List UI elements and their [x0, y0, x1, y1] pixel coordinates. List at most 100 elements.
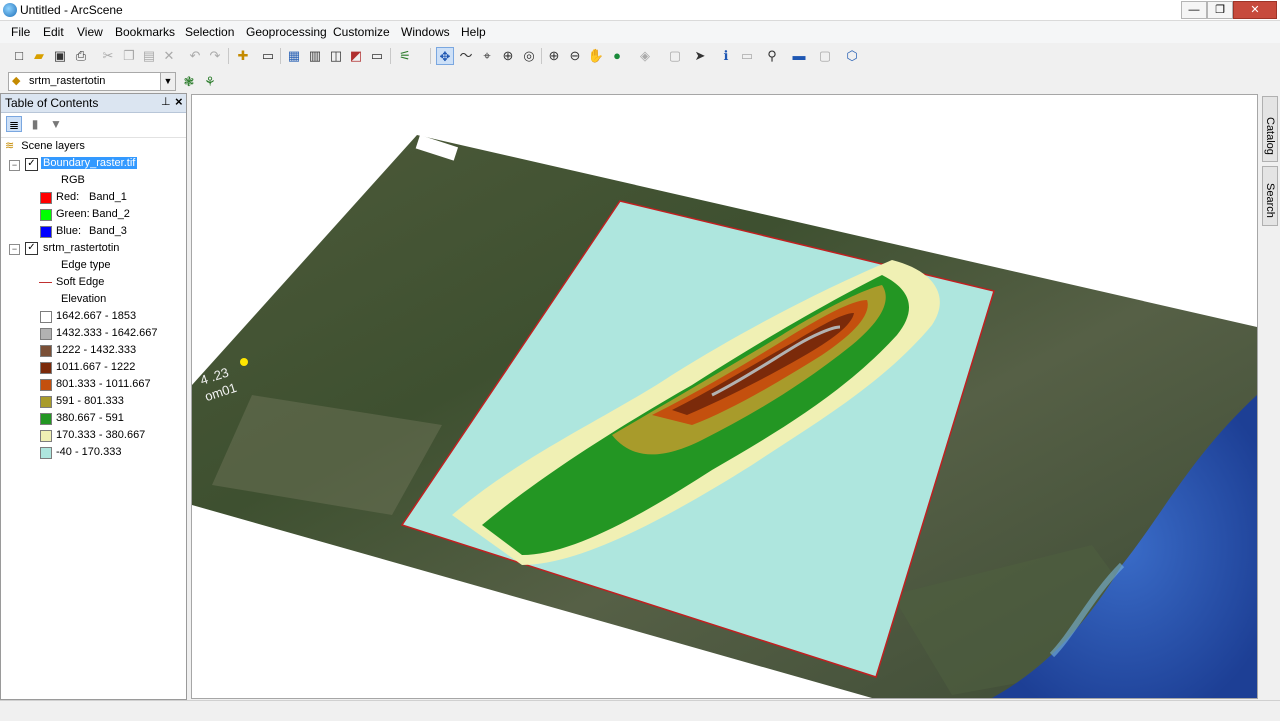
- layers-group-icon: ≋: [5, 140, 15, 152]
- toc-title: Table of Contents: [5, 96, 99, 110]
- arcscene-app-icon: [3, 3, 17, 17]
- add-data-icon[interactable]: ✚: [234, 47, 252, 65]
- elevation-class-label: 1011.667 - 1222: [56, 361, 136, 373]
- list-by-selection-icon[interactable]: ▼: [48, 116, 64, 132]
- marker-point: [240, 358, 248, 366]
- close-button[interactable]: ✕: [1233, 1, 1277, 19]
- results-window-icon[interactable]: ▭: [368, 47, 386, 65]
- status-bar: [0, 700, 1280, 721]
- open-folder-icon[interactable]: ▰: [30, 47, 48, 65]
- menu-selection[interactable]: Selection: [185, 25, 234, 39]
- menu-view[interactable]: View: [77, 25, 103, 39]
- save-icon[interactable]: ▣: [51, 47, 69, 65]
- measure-icon[interactable]: ▬: [790, 47, 808, 65]
- html-popup-icon[interactable]: ▭: [738, 47, 756, 65]
- collapse-icon[interactable]: −: [9, 244, 20, 255]
- soft-edge-line-icon: [39, 275, 53, 290]
- toolbar-separator: [280, 48, 281, 64]
- menu-bookmarks[interactable]: Bookmarks: [115, 25, 175, 39]
- layer-dropdown[interactable]: ◆ srtm_rastertotin ▼: [8, 72, 176, 91]
- search-tab[interactable]: Search: [1262, 166, 1278, 226]
- select-elements-icon[interactable]: ▢: [666, 47, 684, 65]
- redo-icon[interactable]: ↷: [206, 47, 224, 65]
- red-swatch: [40, 192, 52, 204]
- band-red-label: Red:: [56, 191, 80, 203]
- narrow-fov-icon[interactable]: ◈: [636, 47, 654, 65]
- layer-visibility-checkbox[interactable]: ✓: [25, 158, 38, 171]
- maximize-button[interactable]: ❐: [1207, 1, 1233, 19]
- select-features-icon[interactable]: ➤: [691, 47, 709, 65]
- animation-icon[interactable]: ▢: [816, 47, 834, 65]
- scene-layers-row[interactable]: ≋ Scene layers: [5, 139, 85, 154]
- toc-toolbar: ≣ ▮ ▼: [1, 113, 186, 138]
- elevation-class-label: 801.333 - 1011.667: [56, 378, 151, 390]
- soft-edge-label: Soft Edge: [56, 276, 105, 288]
- list-by-drawing-order-icon[interactable]: ≣: [6, 116, 22, 132]
- set-observer-icon[interactable]: ◎: [520, 47, 538, 65]
- cut-icon[interactable]: ✂: [99, 47, 117, 65]
- toolbar-separator: [430, 48, 431, 64]
- menu-windows[interactable]: Windows: [401, 25, 450, 39]
- menu-customize[interactable]: Customize: [333, 25, 390, 39]
- elevation-class-swatch: [40, 430, 52, 442]
- table-of-contents-icon[interactable]: ▦: [285, 47, 303, 65]
- paste-icon[interactable]: ▤: [140, 47, 158, 65]
- chevron-down-icon[interactable]: ▼: [160, 73, 175, 90]
- layer-srtm-rastertotin[interactable]: srtm_rastertotin: [43, 241, 119, 256]
- scene-3d-render[interactable]: 4 .23 om01: [192, 95, 1258, 699]
- elevation-class-swatch: [40, 311, 52, 323]
- layer-properties-icon[interactable]: ▭: [259, 47, 277, 65]
- arctoolbox-icon[interactable]: ▥: [306, 47, 324, 65]
- title-bar: Untitled - ArcScene — ❐ ✕: [0, 0, 1280, 21]
- elevation-class-swatch: [40, 328, 52, 340]
- menu-help[interactable]: Help: [461, 25, 486, 39]
- list-by-source-icon[interactable]: ▮: [27, 116, 43, 132]
- layer-dropdown-value: srtm_rastertotin: [29, 75, 106, 87]
- layer-boundary-raster[interactable]: Boundary_raster.tif: [41, 156, 138, 171]
- undo-icon[interactable]: ↶: [186, 47, 204, 65]
- menu-geoprocessing[interactable]: Geoprocessing: [246, 25, 327, 39]
- pin-icon[interactable]: ⊥: [161, 95, 171, 108]
- menu-bar: File Edit View Bookmarks Selection Geopr…: [0, 21, 1280, 43]
- delete-icon[interactable]: ✕: [160, 47, 178, 65]
- fly-icon[interactable]: 〜: [457, 47, 475, 65]
- editor-icon[interactable]: ⚟: [396, 47, 414, 65]
- menu-edit[interactable]: Edit: [43, 25, 64, 39]
- green-swatch: [40, 209, 52, 221]
- close-icon[interactable]: ×: [175, 94, 183, 109]
- pan-icon[interactable]: ✋: [587, 47, 605, 65]
- python-window-icon[interactable]: ◫: [327, 47, 345, 65]
- print-icon[interactable]: ⎙: [72, 47, 90, 65]
- toolbar-separator: [541, 48, 542, 64]
- find-icon[interactable]: ⚲: [763, 47, 781, 65]
- center-on-target-icon[interactable]: ⌖: [478, 47, 496, 65]
- menu-file[interactable]: File: [11, 25, 30, 39]
- layer-visibility-checkbox[interactable]: ✓: [25, 242, 38, 255]
- catalog-tab-label: Catalog: [1264, 117, 1276, 155]
- band-green-value: Band_2: [92, 208, 130, 220]
- elevation-class-swatch: [40, 447, 52, 459]
- new-document-icon[interactable]: □: [10, 47, 28, 65]
- layer-shading-icon[interactable]: ⚘: [201, 73, 219, 91]
- toc-header: Table of Contents ⊥ ×: [1, 94, 186, 113]
- elevation-class-label: 1222 - 1432.333: [56, 344, 137, 356]
- identify-icon[interactable]: ℹ: [717, 47, 735, 65]
- elevation-class-swatch: [40, 379, 52, 391]
- band-green-label: Green:: [56, 208, 90, 220]
- zoom-out-icon[interactable]: ⊖: [566, 47, 584, 65]
- layer-icon: ◆: [12, 75, 21, 87]
- zoom-in-icon[interactable]: ⊕: [545, 47, 563, 65]
- window-title: Untitled - ArcScene: [20, 3, 123, 17]
- modelbuilder-icon[interactable]: ◩: [347, 47, 365, 65]
- catalog-tab[interactable]: Catalog: [1262, 96, 1278, 162]
- scene-view[interactable]: 4 .23 om01: [191, 94, 1258, 699]
- zoom-to-target-icon[interactable]: ⊕: [499, 47, 517, 65]
- layer-face-culling-icon[interactable]: ❃: [180, 73, 198, 91]
- navigate-icon[interactable]: ✥: [436, 47, 454, 65]
- full-extent-icon[interactable]: ●: [608, 47, 626, 65]
- scene-properties-icon[interactable]: ⬡: [843, 47, 861, 65]
- minimize-button[interactable]: —: [1181, 1, 1207, 19]
- copy-icon[interactable]: ❐: [120, 47, 138, 65]
- collapse-icon[interactable]: −: [9, 160, 20, 171]
- elevation-class-label: 170.333 - 380.667: [56, 429, 146, 441]
